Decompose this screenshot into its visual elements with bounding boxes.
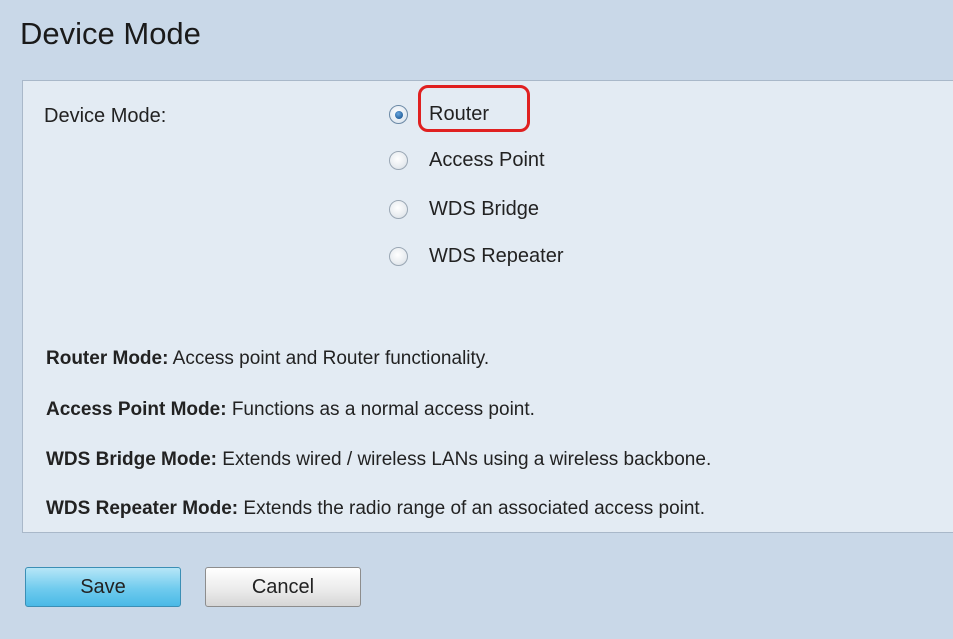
wds-bridge-mode-term: WDS Bridge Mode: (46, 449, 217, 470)
router-mode-term: Router Mode: (46, 348, 169, 369)
wds-repeater-mode-text: Extends the radio range of an associated… (238, 498, 705, 519)
router-mode-description: Router Mode: Access point and Router fun… (46, 348, 489, 370)
router-highlight-annotation (418, 85, 530, 132)
device-mode-label: Device Mode: (44, 105, 167, 127)
access-point-mode-text: Functions as a normal access point. (226, 399, 535, 420)
cancel-button[interactable]: Cancel (205, 567, 361, 607)
router-mode-text: Access point and Router functionality. (168, 348, 490, 369)
radio-wds-bridge[interactable] (389, 199, 408, 219)
radio-label-wds-repeater[interactable]: WDS Repeater (429, 245, 564, 268)
wds-bridge-mode-text: Extends wired / wireless LANs using a wi… (217, 449, 712, 470)
radio-option-access-point[interactable]: Access Point (389, 145, 545, 175)
wds-repeater-mode-term: WDS Repeater Mode: (46, 498, 239, 519)
radio-wds-repeater[interactable] (389, 246, 408, 266)
radio-option-wds-repeater[interactable]: WDS Repeater (389, 241, 564, 271)
radio-label-access-point[interactable]: Access Point (429, 149, 545, 172)
radio-label-wds-bridge[interactable]: WDS Bridge (429, 198, 539, 221)
page-title: Device Mode (20, 16, 201, 51)
wds-repeater-mode-description: WDS Repeater Mode: Extends the radio ran… (46, 498, 705, 520)
device-mode-panel: Device Mode: Router Access Point WDS Bri… (22, 80, 953, 533)
radio-access-point[interactable] (389, 150, 408, 170)
radio-router[interactable] (389, 104, 408, 124)
save-button[interactable]: Save (25, 567, 181, 607)
access-point-mode-term: Access Point Mode: (46, 399, 227, 420)
device-mode-page: Device Mode Device Mode: Router Access P… (0, 0, 953, 639)
wds-bridge-mode-description: WDS Bridge Mode: Extends wired / wireles… (46, 449, 711, 471)
access-point-mode-description: Access Point Mode: Functions as a normal… (46, 399, 535, 421)
radio-option-wds-bridge[interactable]: WDS Bridge (389, 194, 539, 224)
